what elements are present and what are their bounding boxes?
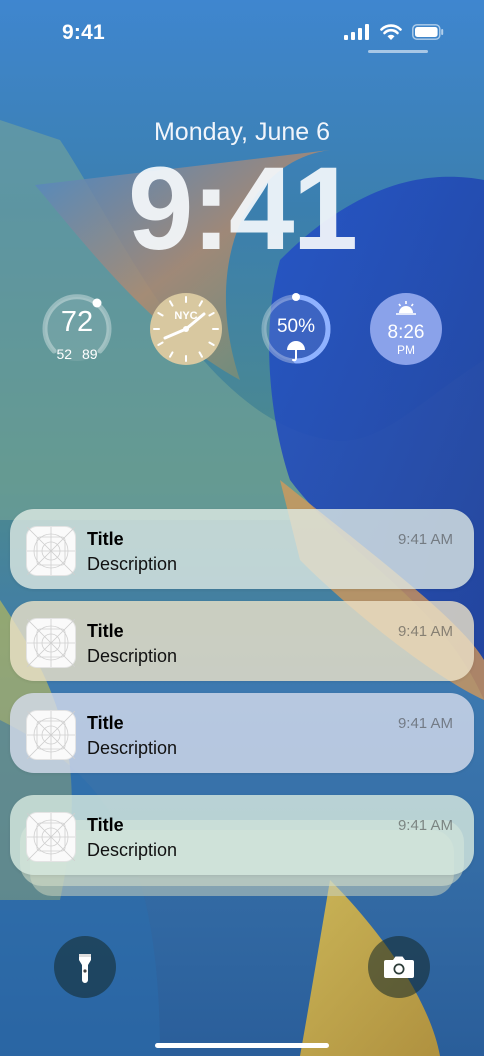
- camera-button[interactable]: [368, 936, 430, 998]
- notification-description: Description: [87, 554, 178, 574]
- notification-title: Title: [87, 529, 124, 549]
- home-indicator[interactable]: [155, 1043, 329, 1048]
- app-icon: [26, 812, 76, 862]
- notification-card[interactable]: Title Description 9:41 AM: [10, 601, 474, 681]
- notification-time: 9:41 AM: [397, 531, 453, 548]
- rain-widget[interactable]: 50%: [259, 292, 333, 366]
- flashlight-icon: [79, 954, 91, 983]
- battery-icon: [412, 24, 444, 40]
- app-icon: [26, 710, 76, 760]
- app-icon: [26, 618, 76, 668]
- sunset-widget[interactable]: 8:26 PM: [369, 292, 443, 366]
- notification-title: Title: [87, 815, 124, 835]
- status-bar: 9:41: [0, 0, 484, 60]
- notification-description: Description: [87, 738, 178, 758]
- notification-title: Title: [87, 713, 124, 733]
- notification-card[interactable]: Title Description 9:41 AM: [10, 693, 474, 773]
- lock-clock: 9:41: [127, 143, 358, 275]
- temperature-widget[interactable]: 72 52 89: [40, 292, 114, 366]
- sunset-time: 8:26: [387, 322, 425, 343]
- world-clock-city: NYC: [174, 310, 197, 322]
- world-clock-widget[interactable]: NYC: [149, 292, 223, 366]
- notification-card[interactable]: Title Description 9:41 AM: [10, 795, 474, 875]
- rain-value: 50%: [276, 316, 316, 337]
- temperature-range: 52 89: [40, 346, 114, 362]
- temperature-value: 72: [60, 306, 94, 338]
- notification-time: 9:41 AM: [397, 817, 453, 834]
- sunset-period: PM: [397, 343, 415, 357]
- temperature-high: 89: [81, 346, 98, 362]
- notification-description: Description: [87, 840, 178, 860]
- notification-time: 9:41 AM: [397, 715, 453, 732]
- wifi-icon: [380, 24, 402, 40]
- notification-time: 9:41 AM: [397, 623, 453, 640]
- cellular-signal-icon: [344, 24, 369, 40]
- temperature-low: 52: [56, 346, 73, 362]
- clock-face-icon: NYC: [150, 293, 222, 365]
- notification-card[interactable]: Title Description 9:41 AM: [10, 509, 474, 589]
- control-center-indicator[interactable]: [368, 50, 428, 53]
- notification-description: Description: [87, 646, 178, 666]
- app-icon: [26, 526, 76, 576]
- notification-title: Title: [87, 621, 124, 641]
- camera-icon: [384, 956, 414, 978]
- flashlight-button[interactable]: [54, 936, 116, 998]
- status-time: 9:41: [62, 21, 105, 44]
